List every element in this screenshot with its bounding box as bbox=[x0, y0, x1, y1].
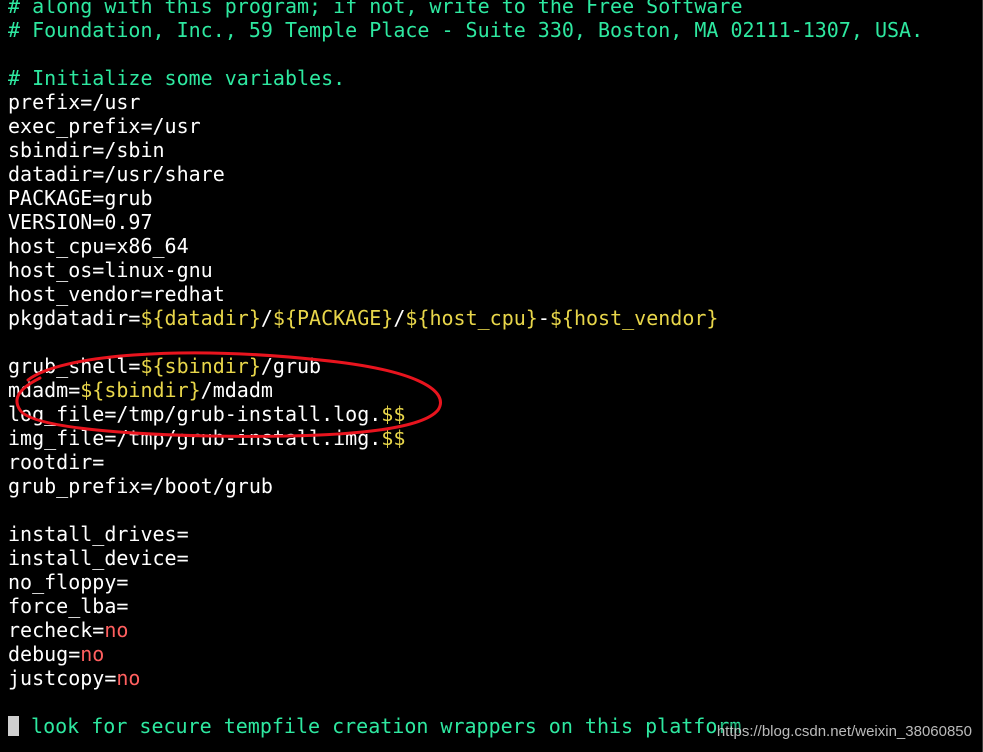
code-line: debug=no bbox=[8, 642, 923, 666]
code-comment: # Foundation, Inc., 59 Temple Place - Su… bbox=[8, 18, 924, 42]
code-variable: ${host_cpu} bbox=[405, 306, 538, 330]
code-line: host_vendor=redhat bbox=[8, 282, 923, 306]
code-text: PACKAGE=grub bbox=[8, 186, 153, 210]
watermark-text: https://blog.csdn.net/weixin_38060850 bbox=[716, 723, 972, 740]
code-line: mdadm=${sbindir}/mdadm bbox=[8, 378, 923, 402]
code-variable: ${sbindir} bbox=[140, 354, 261, 378]
code-line: # along with this program; if not, write… bbox=[8, 0, 923, 18]
terminal-window[interactable]: # along with this program; if not, write… bbox=[0, 0, 983, 752]
code-line: datadir=/usr/share bbox=[8, 162, 923, 186]
code-line: img_file=/tmp/grub-install.img.$$ bbox=[8, 426, 923, 450]
code-text: install_drives= bbox=[8, 522, 189, 546]
code-text: exec_prefix=/usr bbox=[8, 114, 201, 138]
code-text: datadir=/usr/share bbox=[8, 162, 225, 186]
code-line: justcopy=no bbox=[8, 666, 923, 690]
code-text: - bbox=[537, 306, 550, 330]
code-variable: $$ bbox=[381, 402, 406, 426]
code-text: no_floppy= bbox=[8, 570, 129, 594]
code-variable: ${PACKAGE} bbox=[272, 306, 394, 330]
code-line: recheck=no bbox=[8, 618, 923, 642]
code-text: prefix=/usr bbox=[8, 90, 141, 114]
code-text: VERSION=0.97 bbox=[8, 210, 153, 234]
code-variable: $$ bbox=[381, 426, 406, 450]
code-text: / bbox=[260, 306, 273, 330]
code-variable: ${datadir} bbox=[140, 306, 261, 330]
code-text: pkgdatadir= bbox=[8, 306, 141, 330]
code-text: grub_prefix=/boot/grub bbox=[8, 474, 273, 498]
code-text: /mdadm bbox=[200, 378, 273, 402]
code-line: host_os=linux-gnu bbox=[8, 258, 923, 282]
code-comment: look for secure tempfile creation wrappe… bbox=[19, 714, 742, 738]
code-text: sbindir=/sbin bbox=[8, 138, 165, 162]
code-line: grub_prefix=/boot/grub bbox=[8, 474, 923, 498]
code-line: force_lba= bbox=[8, 594, 923, 618]
code-text: / bbox=[393, 306, 406, 330]
code-variable: ${host_vendor} bbox=[549, 306, 719, 330]
code-line: sbindir=/sbin bbox=[8, 138, 923, 162]
code-text: justcopy= bbox=[8, 666, 117, 690]
code-text: host_vendor=redhat bbox=[8, 282, 225, 306]
code-line: PACKAGE=grub bbox=[8, 186, 923, 210]
code-text: mdadm= bbox=[8, 378, 81, 402]
code-line: prefix=/usr bbox=[8, 90, 923, 114]
code-text: rootdir= bbox=[8, 450, 105, 474]
code-line: host_cpu=x86_64 bbox=[8, 234, 923, 258]
code-text: debug= bbox=[8, 642, 81, 666]
code-string: no bbox=[80, 642, 105, 666]
code-line: # Initialize some variables. bbox=[8, 66, 923, 90]
code-text: install_device= bbox=[8, 546, 189, 570]
code-text: host_os=linux-gnu bbox=[8, 258, 213, 282]
code-string: no bbox=[104, 618, 129, 642]
code-text: grub_shell= bbox=[8, 354, 141, 378]
code-text: force_lba= bbox=[8, 594, 129, 618]
code-text: host_cpu=x86_64 bbox=[8, 234, 189, 258]
code-line: no_floppy= bbox=[8, 570, 923, 594]
code-line: grub_shell=${sbindir}/grub bbox=[8, 354, 923, 378]
code-line: exec_prefix=/usr bbox=[8, 114, 923, 138]
code-text: log_file=/tmp/grub-install.log. bbox=[8, 402, 382, 426]
code-line: log_file=/tmp/grub-install.log.$$ bbox=[8, 402, 923, 426]
code-comment: # Initialize some variables. bbox=[8, 66, 346, 90]
code-area[interactable]: # along with this program; if not, write… bbox=[8, 0, 923, 738]
code-text: img_file=/tmp/grub-install.img. bbox=[8, 426, 382, 450]
code-line: pkgdatadir=${datadir}/${PACKAGE}/${host_… bbox=[8, 306, 923, 330]
code-variable: ${sbindir} bbox=[80, 378, 201, 402]
code-line: VERSION=0.97 bbox=[8, 210, 923, 234]
code-line: install_drives= bbox=[8, 522, 923, 546]
code-text: recheck= bbox=[8, 618, 105, 642]
code-line: install_device= bbox=[8, 546, 923, 570]
code-line: rootdir= bbox=[8, 450, 923, 474]
cursor-block bbox=[8, 716, 19, 736]
code-comment: # along with this program; if not, write… bbox=[8, 0, 743, 18]
code-line: # Foundation, Inc., 59 Temple Place - Su… bbox=[8, 18, 923, 42]
code-string: no bbox=[116, 666, 141, 690]
code-text: /grub bbox=[260, 354, 322, 378]
